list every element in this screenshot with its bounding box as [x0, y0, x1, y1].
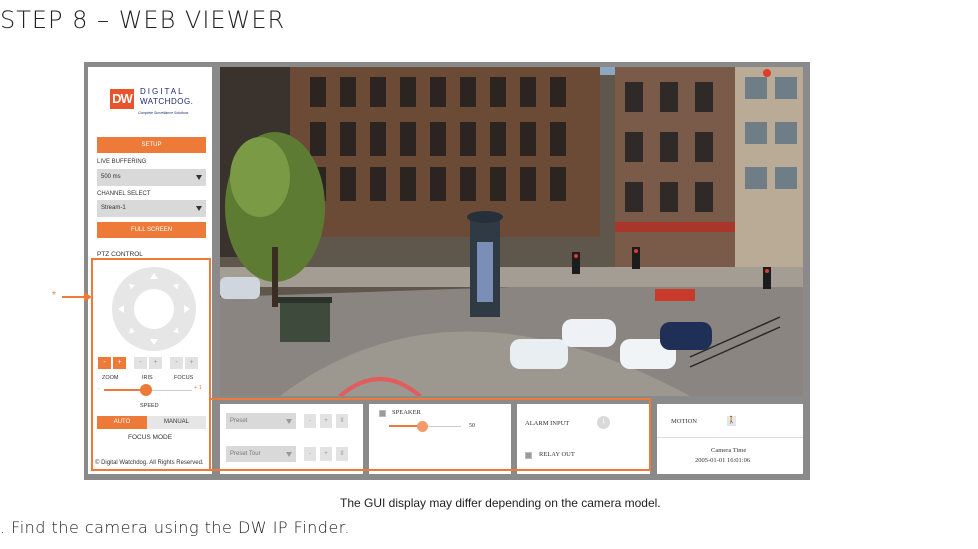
- highlight-ptz-top: [91, 258, 211, 260]
- live-buffering-value: 500 ms: [101, 174, 121, 180]
- status-panel: MOTION 🚶 Camera Time 2005-01-01 16:01:06: [657, 404, 803, 474]
- live-buffering-select[interactable]: 500 ms: [97, 169, 206, 186]
- motion-label: MOTION: [671, 418, 697, 425]
- setup-button[interactable]: SETUP: [97, 137, 206, 153]
- gui-caption: The GUI display may differ depending on …: [340, 496, 661, 510]
- channel-select-label: CHANNEL SELECT: [97, 191, 151, 197]
- ptz-control-title: PTZ CONTROL: [97, 251, 143, 258]
- camera-feed-image: [220, 67, 803, 396]
- highlight-bottom-panels: [209, 398, 651, 471]
- logo-line1: DIGITAL: [140, 87, 185, 96]
- camera-time-label: Camera Time: [711, 447, 747, 454]
- full-screen-button[interactable]: FULL SCREEN: [97, 222, 206, 238]
- brand-logo: DW DIGITAL WATCHDOG. Complete Surveillan…: [110, 87, 200, 125]
- annotation-asterisk: *: [52, 290, 56, 301]
- motion-walker-icon: 🚶: [727, 416, 736, 426]
- live-video-view[interactable]: [220, 67, 803, 396]
- panel-divider: [657, 437, 803, 438]
- page: { "document": { "heading": "STEP 8 – WEB…: [0, 0, 978, 549]
- chevron-down-icon: [196, 206, 202, 211]
- camera-time-value: 2005-01-01 16:01:06: [695, 457, 751, 464]
- live-buffering-label: LIVE BUFFERING: [97, 159, 147, 165]
- step-instruction: . Find the camera using the DW IP Finder…: [0, 518, 350, 537]
- chevron-down-icon: [196, 175, 202, 180]
- channel-select-value: Stream-1: [101, 205, 126, 211]
- annotation-arrow-line: [62, 296, 86, 298]
- logo-line2: WATCHDOG.: [140, 97, 194, 106]
- channel-select[interactable]: Stream-1: [97, 200, 206, 217]
- page-heading: STEP 8 – WEB VIEWER: [0, 6, 286, 34]
- logo-tagline: Complete Surveillance Solutions: [138, 111, 189, 115]
- logo-mark: DW: [110, 89, 134, 109]
- arrow-right-icon: [84, 292, 92, 302]
- highlight-ptz: [91, 260, 211, 471]
